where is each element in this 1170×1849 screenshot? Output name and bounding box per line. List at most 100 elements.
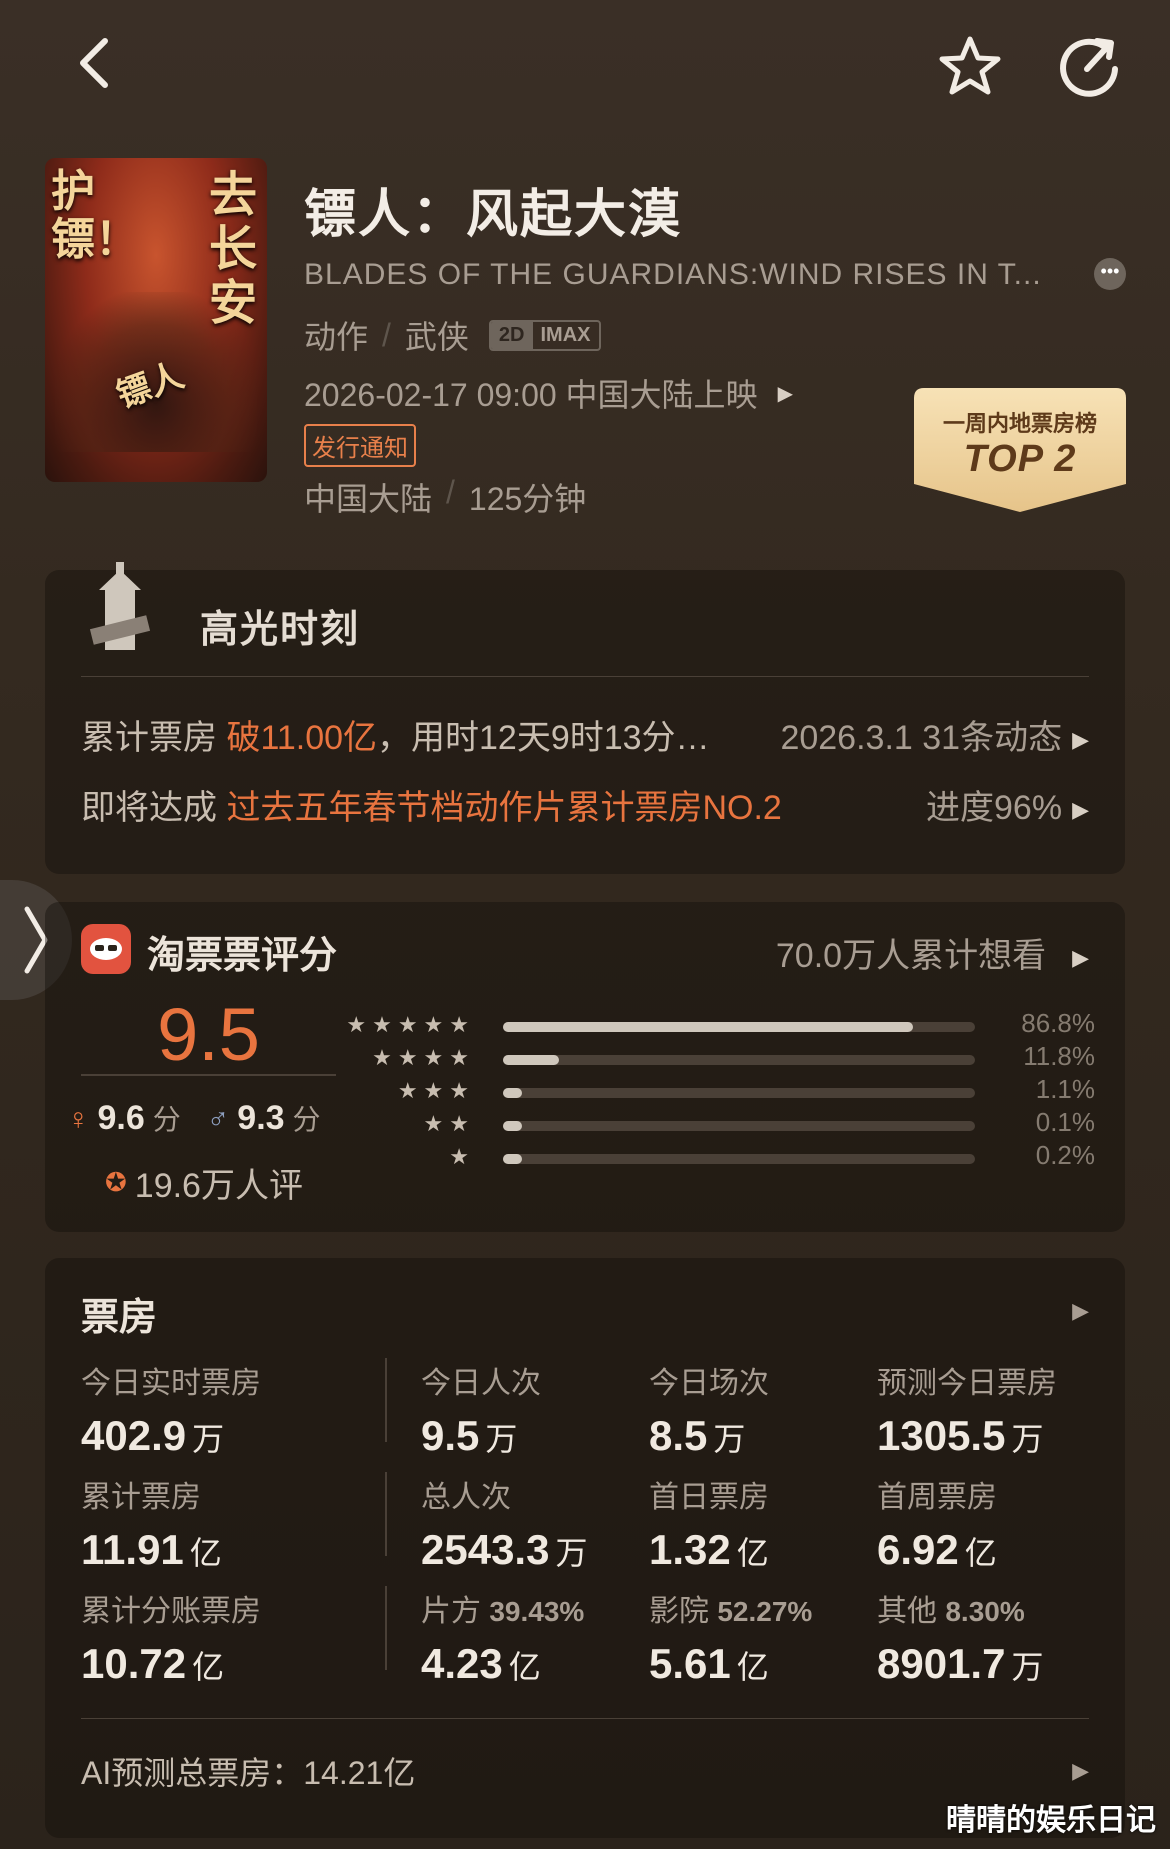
more-icon[interactable]: ••• xyxy=(1094,258,1126,290)
stat-value: 2543.3 万 xyxy=(421,1526,587,1574)
stat-label: 片方 39.43% xyxy=(421,1586,584,1630)
want-to-watch-text: 70.0万人累计想看 xyxy=(775,937,1047,975)
stat-unit: 万 xyxy=(555,1535,588,1571)
stat-value: 1305.5 万 xyxy=(877,1412,1057,1460)
genre-line: 动作 / 武侠 2D IMAX xyxy=(304,312,601,358)
share-button[interactable] xyxy=(1052,28,1128,104)
rating-row: ★★★★ 11.8% xyxy=(365,1041,1095,1075)
percent-label: 1.1% xyxy=(1035,1074,1095,1104)
male-score: 9.3 xyxy=(237,1099,285,1137)
stars-label: ★★ xyxy=(423,1111,475,1136)
stat-value: 6.92 亿 xyxy=(877,1526,997,1574)
divider xyxy=(81,1074,336,1076)
stat-label-pct: 8.30% xyxy=(945,1596,1025,1627)
release-info[interactable]: 2026-02-17 09:00 中国大陆上映 ▶ xyxy=(304,370,793,416)
highlight-row[interactable]: 即将达成 过去五年春节档动作片累计票房NO.2 进度96% ▶ xyxy=(81,780,1089,829)
stat-first-day: 首日票房 1.32 亿 xyxy=(649,1472,769,1574)
stat-value: 8.5 万 xyxy=(649,1412,769,1460)
highlight-meta-text: 2026.3.1 31条动态 xyxy=(780,719,1063,757)
highlight-suffix: ，用时12天9时13分… xyxy=(377,719,710,757)
play-triangle-icon: ▶ xyxy=(1072,727,1089,753)
top-bar xyxy=(0,0,1170,130)
back-button[interactable] xyxy=(60,28,130,98)
stat-label: 累计票房 xyxy=(81,1481,201,1514)
stat-label-text: 影院 xyxy=(649,1595,709,1628)
region: 中国大陆 xyxy=(304,481,433,517)
stat-label: 今日场次 xyxy=(649,1367,769,1400)
raters-count: ✪ 19.6万人评 xyxy=(105,1158,303,1207)
stars-label: ★ xyxy=(449,1144,475,1169)
box-office-card: 票房 ▶ 今日实时票房 402.9 万 今日人次 9.5 万 今日场次 8.5 万 预… xyxy=(45,1258,1125,1838)
stat-label-text: 片方 xyxy=(421,1595,481,1628)
male-icon: ♂ xyxy=(206,1103,230,1136)
stat-value: 11.91 亿 xyxy=(81,1526,222,1574)
movie-title: 镖人：风起大漠 xyxy=(304,186,683,244)
stat-label: 影院 52.27% xyxy=(649,1586,812,1630)
bar-fill xyxy=(503,1055,559,1065)
highlights-title: 高光时刻 xyxy=(200,609,361,651)
star-icon xyxy=(939,36,1001,95)
stat-total-admissions: 总人次 2543.3 万 xyxy=(421,1472,587,1574)
bar-track xyxy=(503,1154,975,1164)
stat-unit: 亿 xyxy=(508,1649,541,1685)
want-to-watch[interactable]: 70.0万人累计想看 ▶ xyxy=(776,928,1089,977)
stat-unit: 亿 xyxy=(192,1649,225,1685)
stat-other-share: 其他 8.30% 8901.7 万 xyxy=(877,1586,1043,1688)
stat-number: 9.5 xyxy=(421,1412,480,1459)
stat-producer-share: 片方 39.43% 4.23 亿 xyxy=(421,1586,584,1688)
ai-prediction[interactable]: AI预测总票房：14.21亿 xyxy=(81,1748,415,1794)
poster-text-left: 护镖！ xyxy=(51,166,139,265)
highlight-prefix: 即将达成 xyxy=(81,789,227,827)
film-reel-icon xyxy=(89,562,151,650)
gender-scores: ♀ 9.6 分 ♂ 9.3 分 xyxy=(67,1098,321,1138)
stat-unit: 万 xyxy=(1011,1649,1044,1685)
stat-label-pct: 52.27% xyxy=(717,1596,813,1627)
movie-poster[interactable]: 护镖！ 去长安 镖人 xyxy=(45,158,267,482)
stat-first-week: 首周票房 6.92 亿 xyxy=(877,1472,997,1574)
bar-fill xyxy=(503,1121,522,1131)
highlights-card: 高光时刻 累计票房 破11.00亿，用时12天9时13分… 2026.3.1 3… xyxy=(45,562,1125,874)
taopiaopiao-logo-icon xyxy=(81,924,131,974)
stat-unit: 万 xyxy=(713,1421,746,1457)
stat-label-text: 其他 xyxy=(877,1595,937,1628)
notice-tag[interactable]: 发行通知 xyxy=(304,424,416,467)
play-triangle-icon: ▶ xyxy=(1072,797,1089,823)
stat-label: 累计分账票房 xyxy=(81,1595,261,1628)
stat-unit: 万 xyxy=(1011,1421,1044,1457)
highlight-row[interactable]: 累计票房 破11.00亿，用时12天9时13分… 2026.3.1 31条动态 ▶ xyxy=(81,710,1089,759)
bar-track xyxy=(503,1055,975,1065)
rating-source: 淘票票评分 xyxy=(147,935,338,977)
rating-row: ★★★ 1.1% xyxy=(365,1074,1095,1108)
rating-card: 淘票票评分 70.0万人累计想看 ▶ 9.5 ♀ 9.6 分 ♂ 9.3 分 ✪ … xyxy=(45,902,1125,1232)
chevron-left-icon xyxy=(80,38,108,88)
female-score: 9.6 xyxy=(97,1099,145,1137)
percent-label: 86.8% xyxy=(1021,1008,1095,1038)
divider xyxy=(385,1472,387,1556)
highlight-value: 过去五年春节档动作片累计票房NO.2 xyxy=(226,789,782,827)
stars-label: ★★★★ xyxy=(372,1045,475,1070)
stat-number: 1.32 xyxy=(649,1526,731,1573)
overall-score: 9.5 xyxy=(157,993,260,1076)
rating-row: ★★ 0.1% xyxy=(365,1107,1095,1141)
stat-label: 今日人次 xyxy=(421,1367,541,1400)
stat-value: 402.9 万 xyxy=(81,1412,261,1460)
favorite-button[interactable] xyxy=(932,28,1008,104)
rating-row: ★★★★★ 86.8% xyxy=(346,1008,1095,1042)
raters-text: 19.6万人评 xyxy=(134,1167,303,1205)
stat-today-admissions: 今日人次 9.5 万 xyxy=(421,1358,541,1460)
bar-track xyxy=(503,1022,975,1032)
watermark: 晴晴的娱乐日记 xyxy=(946,1804,1156,1837)
stat-number: 402.9 xyxy=(81,1412,187,1459)
score-unit: 分 xyxy=(152,1104,181,1135)
bar-fill xyxy=(503,1088,522,1098)
poster-text-right: 去长安 xyxy=(209,167,258,331)
bar-fill xyxy=(503,1022,913,1032)
stat-number: 8901.7 xyxy=(877,1640,1006,1687)
play-triangle-icon[interactable]: ▶ xyxy=(1072,1298,1089,1324)
bar-fill xyxy=(503,1154,522,1164)
rank-badge[interactable]: 一周内地票房榜 TOP 2 xyxy=(914,388,1126,512)
play-triangle-icon[interactable]: ▶ xyxy=(1072,1758,1089,1784)
separator: / xyxy=(382,316,391,353)
divider xyxy=(81,1718,1089,1719)
genre-tag: 动作 xyxy=(304,319,369,355)
